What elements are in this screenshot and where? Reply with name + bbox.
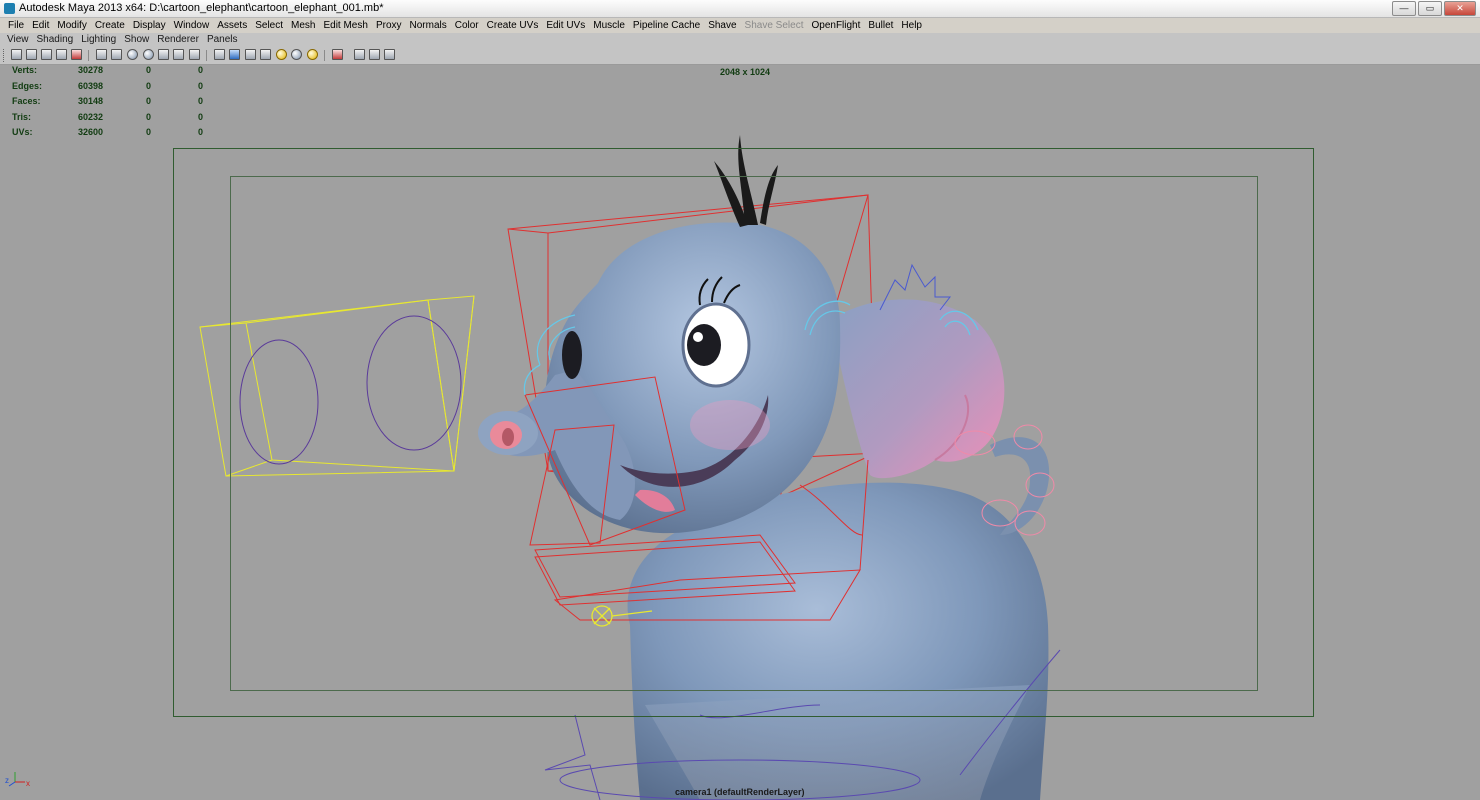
menu-shave-select: Shave Select: [744, 20, 804, 31]
xray-components-icon[interactable]: [384, 49, 395, 60]
hud-label: Tris:: [12, 111, 32, 122]
textured-icon[interactable]: [260, 49, 271, 60]
hud-value: 60398: [78, 80, 104, 91]
panel-toolbar: [0, 47, 1480, 65]
hud-value: 0: [198, 96, 204, 106]
hud-value: 30278: [78, 65, 104, 75]
menu-edit[interactable]: Edit: [28, 18, 53, 33]
xray-joints-icon[interactable]: [369, 49, 380, 60]
menu-openflight[interactable]: OpenFlight: [807, 18, 864, 33]
toolbar-separator: [206, 50, 207, 61]
menu-create-uvs[interactable]: Create UVs: [483, 18, 543, 33]
menu-modify[interactable]: Modify: [53, 18, 90, 33]
minimize-button[interactable]: —: [1392, 1, 1416, 16]
high-quality-icon[interactable]: [307, 49, 318, 60]
menu-create[interactable]: Create: [91, 18, 129, 33]
menu-shave[interactable]: Shave: [704, 18, 740, 33]
panel-menu-panels[interactable]: Panels: [203, 33, 242, 47]
panel-menu-lighting[interactable]: Lighting: [77, 33, 120, 47]
use-all-lights-icon[interactable]: [276, 49, 287, 60]
menu-proxy[interactable]: Proxy: [372, 18, 406, 33]
hud-value: 0: [146, 96, 152, 106]
safe-action-icon[interactable]: [173, 49, 184, 60]
hud-value: 0: [198, 127, 204, 137]
toolbar-handle[interactable]: [3, 49, 7, 62]
main-menu-bar: File Edit Modify Create Display Window A…: [0, 18, 1480, 33]
panel-menu-view[interactable]: View: [3, 33, 33, 47]
hud-row-edges: Edges: 60398 0 0: [12, 81, 222, 97]
axis-z-label: z: [5, 776, 9, 785]
menu-normals[interactable]: Normals: [406, 18, 451, 33]
hud-label: Edges:: [12, 80, 43, 91]
hud-value: 0: [146, 111, 152, 122]
viewport-panel[interactable]: Verts: 30278 0 0 Edges: 60398 0 0 Faces:…: [0, 65, 1480, 800]
menu-file[interactable]: File: [4, 18, 28, 33]
hud-value: 60232: [78, 111, 104, 122]
hud-value: 0: [198, 111, 204, 122]
menu-assets[interactable]: Assets: [213, 18, 251, 33]
menu-window[interactable]: Window: [170, 18, 214, 33]
poly-count-hud: Verts: 30278 0 0 Edges: 60398 0 0 Faces:…: [12, 65, 222, 143]
resolution-gate-icon[interactable]: [127, 49, 138, 60]
hud-value: 0: [146, 80, 152, 91]
camera-attributes-icon[interactable]: [11, 49, 22, 60]
wireframe-on-shaded-icon[interactable]: [245, 49, 256, 60]
safe-title-icon[interactable]: [189, 49, 200, 60]
hud-value: 0: [198, 80, 204, 91]
camera-bookmarks-icon[interactable]: [26, 49, 37, 60]
grease-pencil-icon[interactable]: [71, 49, 82, 60]
title-bar: Autodesk Maya 2013 x64: D:\cartoon_eleph…: [0, 0, 1480, 18]
hud-label: Verts:: [12, 65, 38, 75]
menu-color[interactable]: Color: [451, 18, 483, 33]
view-axis-gizmo: z x: [5, 772, 30, 788]
camera-label: camera1 (defaultRenderLayer): [675, 787, 805, 797]
gate-mask-icon[interactable]: [143, 49, 154, 60]
menu-muscle[interactable]: Muscle: [589, 18, 629, 33]
axis-x-label: x: [26, 779, 30, 788]
menu-display[interactable]: Display: [129, 18, 170, 33]
panel-menu-shading[interactable]: Shading: [33, 33, 78, 47]
wireframe-icon[interactable]: [214, 49, 225, 60]
panel-menu-renderer[interactable]: Renderer: [153, 33, 203, 47]
hud-row-verts: Verts: 30278 0 0: [12, 65, 222, 81]
hud-value: 0: [146, 65, 152, 75]
panel-menu-bar: View Shading Lighting Show Renderer Pane…: [0, 33, 1480, 47]
close-button[interactable]: ✕: [1444, 1, 1476, 16]
field-chart-icon[interactable]: [158, 49, 169, 60]
menu-edit-mesh[interactable]: Edit Mesh: [319, 18, 371, 33]
hud-label: UVs:: [12, 127, 33, 137]
isolate-select-icon[interactable]: [332, 49, 343, 60]
smooth-shade-icon[interactable]: [229, 49, 240, 60]
hud-value: 30148: [78, 96, 104, 106]
menu-edit-uvs[interactable]: Edit UVs: [542, 18, 589, 33]
safe-area-gate: [230, 176, 1258, 691]
two-d-pan-zoom-icon[interactable]: [56, 49, 67, 60]
window-title: Autodesk Maya 2013 x64: D:\cartoon_eleph…: [19, 2, 384, 14]
hud-value: 32600: [78, 127, 104, 137]
menu-select[interactable]: Select: [251, 18, 287, 33]
hud-value: 0: [198, 65, 204, 75]
xray-icon[interactable]: [354, 49, 365, 60]
toolbar-separator: [324, 50, 325, 61]
hud-row-tris: Tris: 60232 0 0: [12, 112, 222, 128]
window-controls: — ▭ ✕: [1392, 1, 1476, 16]
grid-icon[interactable]: [96, 49, 107, 60]
hud-label: Faces:: [12, 96, 41, 106]
restore-button[interactable]: ▭: [1418, 1, 1442, 16]
shadows-icon[interactable]: [291, 49, 302, 60]
hud-row-faces: Faces: 30148 0 0: [12, 96, 222, 112]
hud-value: 0: [146, 127, 152, 137]
menu-pipeline-cache[interactable]: Pipeline Cache: [629, 18, 704, 33]
panel-menu-show[interactable]: Show: [120, 33, 153, 47]
resolution-readout: 2048 x 1024: [720, 67, 771, 77]
menu-mesh[interactable]: Mesh: [287, 18, 319, 33]
hud-row-uvs: UVs: 32600 0 0: [12, 127, 222, 143]
image-plane-icon[interactable]: [41, 49, 52, 60]
menu-help[interactable]: Help: [897, 18, 926, 33]
film-gate-icon[interactable]: [111, 49, 122, 60]
maya-app-icon: [4, 3, 15, 14]
toolbar-separator: [88, 50, 89, 61]
menu-bullet[interactable]: Bullet: [864, 18, 897, 33]
